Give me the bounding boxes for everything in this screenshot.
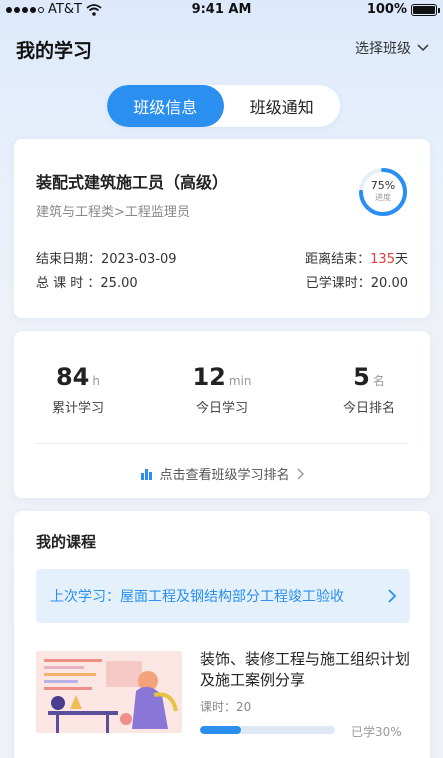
class-title: 装配式建筑施工员（高级） xyxy=(36,173,229,192)
class-category: 建筑与工程类>工程监理员 xyxy=(36,205,190,220)
class-rank-link-label: 点击查看班级学习排名 xyxy=(159,468,290,483)
battery-percent: 100% xyxy=(366,2,407,17)
progress-caption: 进度 xyxy=(375,193,391,202)
chevron-right-icon xyxy=(296,467,304,480)
stat-unit: min xyxy=(228,374,252,388)
tab-class-info[interactable]: 班级信息 xyxy=(107,85,224,127)
tab-bar: 班级信息 班级通知 xyxy=(107,85,340,127)
page-title: 我的学习 xyxy=(16,40,93,62)
course-title[interactable]: 装饰、装修工程与施工组织计划及施工案例分享 xyxy=(200,649,410,691)
stat-unit: 名 xyxy=(372,374,385,388)
total-hours-value: 25.00 xyxy=(100,276,138,291)
end-date-value: 2023-03-09 xyxy=(101,252,177,267)
progress-percent: 75% xyxy=(370,179,396,192)
stat-today-study: 12 min 今日学习 xyxy=(157,363,287,416)
total-hours-row: 总 课 时 ：25.00 xyxy=(36,272,138,291)
remaining-unit: 天 xyxy=(394,252,408,267)
course-illustration xyxy=(36,651,182,733)
battery-icon xyxy=(411,3,440,16)
class-select-label: 选择班级 xyxy=(355,41,411,57)
remaining-row: 距离结束：135天 xyxy=(305,248,408,267)
stat-value: 12 xyxy=(192,363,226,391)
last-study-banner[interactable]: 上次学习：屋面工程及钢结构部分工程竣工验收 xyxy=(36,569,410,623)
course-hours-label: 课时： xyxy=(200,700,237,714)
chevron-right-icon xyxy=(388,589,396,603)
course-hours: 课时：20 xyxy=(200,698,251,715)
course-thumbnail[interactable] xyxy=(36,651,182,733)
stat-label: 今日排名 xyxy=(342,401,395,416)
course-progress-fill xyxy=(200,726,241,734)
last-study-text: 上次学习：屋面工程及钢结构部分工程竣工验收 xyxy=(50,589,344,605)
battery-group: 100% xyxy=(366,2,440,17)
stat-label: 今日学习 xyxy=(195,401,248,416)
chevron-down-icon xyxy=(417,44,429,52)
my-courses-heading: 我的课程 xyxy=(36,533,97,551)
study-stats-card: 84 h 累计学习 12 min 今日学习 5名 今日排名 点击查看班级学习排名 xyxy=(14,331,430,498)
end-date-row: 结束日期：2023-03-09 xyxy=(36,248,177,267)
stat-label: 累计学习 xyxy=(51,401,104,416)
class-info-card[interactable]: 装配式建筑施工员（高级） 建筑与工程类>工程监理员 75% 进度 结束日期：20… xyxy=(14,139,430,318)
total-hours-label: 总 课 时 ： xyxy=(36,276,101,291)
tab-class-notice[interactable]: 班级通知 xyxy=(224,85,341,127)
bar-chart-icon xyxy=(141,468,153,480)
course-progress-bar xyxy=(200,726,335,734)
course-progress-label: 已学30% xyxy=(351,725,402,739)
studied-hours-value: 20.00 xyxy=(370,276,408,291)
stat-today-rank: 5名 今日排名 xyxy=(304,363,434,416)
stat-value: 84 xyxy=(55,363,90,391)
studied-hours-label: 已学课时： xyxy=(305,276,371,291)
remaining-label: 距离结束： xyxy=(305,252,371,267)
progress-ring-label: 75% 进度 xyxy=(357,180,409,204)
stat-value: 5 xyxy=(353,363,370,391)
status-bar: AT&T 9:41 AM 100% xyxy=(0,0,443,20)
course-hours-value: 20 xyxy=(236,700,252,714)
class-rank-link[interactable]: 点击查看班级学习排名 xyxy=(14,464,430,483)
stat-unit: h xyxy=(92,374,100,388)
class-select-dropdown[interactable]: 选择班级 xyxy=(355,38,429,58)
stat-total-study: 84 h 累计学习 xyxy=(13,363,143,416)
studied-hours-row: 已学课时：20.00 xyxy=(306,272,408,291)
divider xyxy=(36,443,408,444)
end-date-label: 结束日期： xyxy=(36,252,102,267)
remaining-days: 135 xyxy=(370,252,395,267)
my-courses-card: 我的课程 上次学习：屋面工程及钢结构部分工程竣工验收 装饰、装修工程与施工组织计… xyxy=(14,511,430,758)
